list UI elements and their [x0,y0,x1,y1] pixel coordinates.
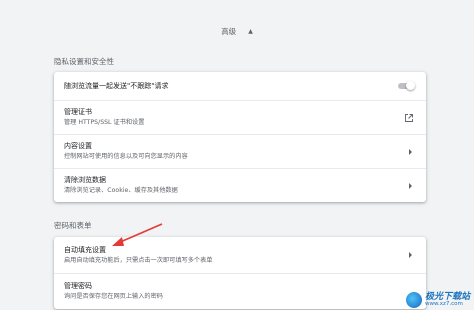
do-not-track-toggle[interactable] [398,81,415,90]
do-not-track-title: 随浏览流量一起发送"不跟踪"请求 [64,81,169,90]
autofill-settings-title: 自动填充设置 [64,245,106,254]
manage-passwords-row[interactable]: 管理密码 询问是否保存您在网页上输入的密码 [54,273,426,309]
privacy-section-title: 隐私设置和安全性 [54,57,114,66]
do-not-track-row[interactable]: 随浏览流量一起发送"不跟踪"请求 [54,72,426,100]
chevron-up-icon: ▲ [248,28,253,35]
advanced-label: 高级 [221,27,237,36]
chevron-right-icon [409,252,412,258]
manage-passwords-desc: 询问是否保存您在网页上输入的密码 [64,293,163,300]
content-settings-desc: 控制网站可使用的信息以及可向您显示的内容 [64,153,188,160]
settings-page: 高级 ▲ 隐私设置和安全性 随浏览流量一起发送"不跟踪"请求 管理证书 管理 H… [0,0,474,310]
watermark: 极光下载站 www.xz7.com [405,292,470,308]
external-link-icon[interactable] [404,113,414,123]
autofill-settings-row[interactable]: 自动填充设置 启用自动填充功能后，只需点击一次即可填写多个表单 [54,237,426,273]
privacy-card: 随浏览流量一起发送"不跟踪"请求 管理证书 管理 HTTPS/SSL 证书和设置… [54,72,426,202]
watermark-url: www.xz7.com [424,300,463,307]
content-settings-row[interactable]: 内容设置 控制网站可使用的信息以及可向您显示的内容 [54,134,426,168]
clear-browsing-data-desc: 清除浏览记录、Cookie、缓存及其他数据 [64,187,178,194]
manage-certificates-title: 管理证书 [64,108,92,116]
manage-passwords-title: 管理密码 [64,282,92,290]
manage-certificates-row[interactable]: 管理证书 管理 HTTPS/SSL 证书和设置 [54,100,426,134]
content-settings-title: 内容设置 [64,142,92,150]
clear-browsing-data-row[interactable]: 清除浏览数据 清除浏览记录、Cookie、缓存及其他数据 [54,168,426,202]
clear-browsing-data-title: 清除浏览数据 [64,176,106,184]
chevron-right-icon [409,148,412,155]
manage-certificates-desc: 管理 HTTPS/SSL 证书和设置 [64,119,145,126]
chevron-right-icon [409,182,412,189]
password-card: 自动填充设置 启用自动填充功能后，只需点击一次即可填写多个表单 管理密码 询问是… [54,237,426,309]
watermark-logo-icon [405,292,422,308]
advanced-toggle[interactable]: 高级 ▲ [0,26,474,37]
password-section-title: 密码和表单 [54,221,92,230]
autofill-settings-desc: 启用自动填充功能后，只需点击一次即可填写多个表单 [64,256,213,264]
